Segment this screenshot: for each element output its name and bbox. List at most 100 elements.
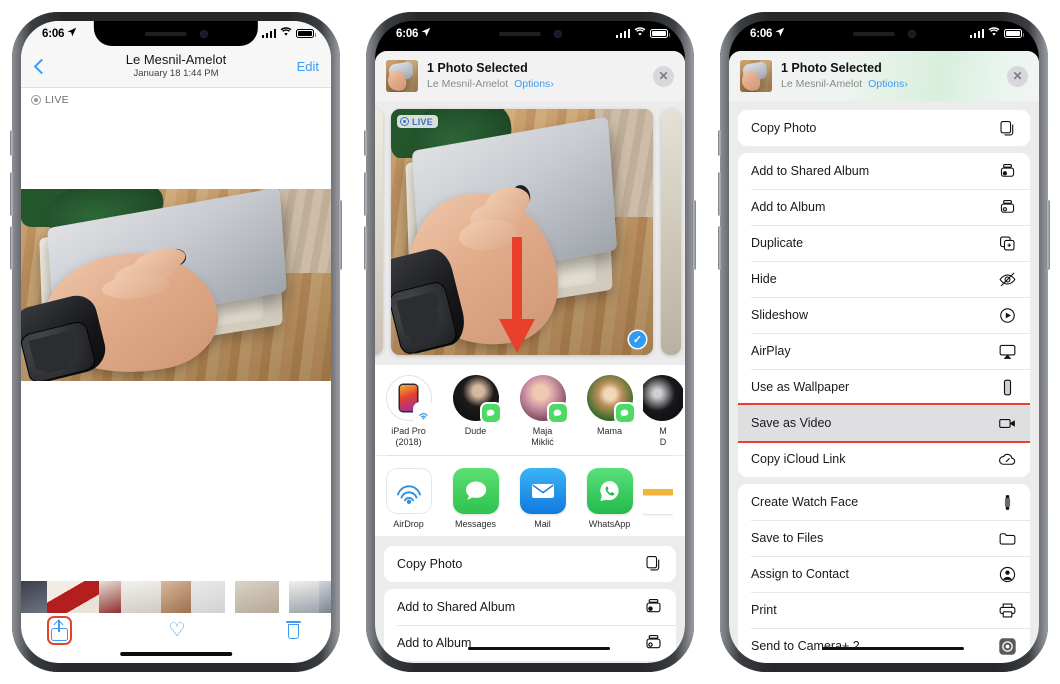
share-app-mail[interactable]: Mail: [509, 467, 576, 530]
preview-card-selected[interactable]: LIVE ✓: [391, 109, 653, 355]
phone-3-screen: 6:06 1 Photo Selected Le Mesnil-Amelot O…: [729, 21, 1039, 663]
thumbnail-item[interactable]: [47, 581, 99, 613]
copy-photo-icon: [644, 554, 663, 573]
menu-group-2: Add to Shared Album Add to Album Duplica…: [738, 153, 1030, 477]
menu-row-save-to-files[interactable]: Save to Files: [738, 520, 1030, 556]
mute-switch[interactable]: [10, 130, 14, 156]
home-indicator[interactable]: [120, 651, 232, 656]
share-app-messages[interactable]: Messages: [442, 467, 509, 530]
power-button[interactable]: [692, 200, 696, 270]
shared-album-icon: [644, 597, 663, 616]
share-contact-ipad[interactable]: iPad Pro (2018): [375, 375, 442, 449]
share-contact-maja[interactable]: Maja Miklić: [509, 375, 576, 449]
screenshot-canvas: 6:06 Le Mesnil-Amelot January 18 1:44 PM…: [0, 0, 1060, 684]
share-contact-mama[interactable]: Mama: [576, 375, 643, 449]
cellular-bars-icon: [261, 29, 276, 38]
action-row-copy-photo[interactable]: Copy Photo: [384, 546, 676, 582]
menu-row-assign-to-contact[interactable]: Assign to Contact: [738, 556, 1030, 592]
thumbnail-item[interactable]: [319, 581, 331, 613]
volume-up-button[interactable]: [718, 172, 722, 216]
home-indicator[interactable]: [822, 647, 964, 650]
thumbnail-item[interactable]: [99, 581, 121, 613]
selected-photo-thumbnail[interactable]: [386, 60, 418, 92]
options-button[interactable]: Options›: [868, 78, 908, 91]
share-app-label: [643, 519, 673, 530]
photo-viewer-image[interactable]: [21, 189, 331, 381]
selected-photo-thumbnail[interactable]: [740, 60, 772, 92]
icloud-link-icon: [998, 450, 1017, 469]
menu-row-add-album[interactable]: Add to Album: [738, 189, 1030, 225]
mute-switch[interactable]: [364, 130, 368, 156]
trash-icon[interactable]: [285, 621, 301, 639]
share-sheet: 1 Photo Selected Le Mesnil-Amelot Option…: [729, 51, 1039, 663]
close-icon[interactable]: ✕: [1007, 65, 1028, 87]
menu-row-duplicate[interactable]: Duplicate: [738, 225, 1030, 261]
share-contact-partial[interactable]: MD: [643, 375, 683, 449]
share-app-whatsapp[interactable]: WhatsApp: [576, 467, 643, 530]
thumbnail-item[interactable]: [191, 581, 225, 613]
volume-down-button[interactable]: [718, 226, 722, 270]
share-sheet-header: 1 Photo Selected Le Mesnil-Amelot Option…: [375, 51, 685, 101]
nav-title-block: Le Mesnil-Amelot January 18 1:44 PM: [21, 52, 331, 80]
photo-action-toolbar: ♡: [21, 613, 331, 647]
power-button[interactable]: [338, 200, 342, 270]
volume-down-button[interactable]: [364, 226, 368, 270]
live-photo-badge[interactable]: LIVE: [21, 88, 331, 106]
share-app-partial[interactable]: [643, 467, 673, 530]
cellular-bars-icon: [615, 29, 630, 38]
airdrop-badge-icon: [414, 404, 433, 422]
share-contact-label: MD: [659, 426, 667, 448]
close-icon[interactable]: ✕: [653, 65, 674, 87]
power-button[interactable]: [1046, 200, 1050, 270]
action-row-add-shared-album[interactable]: Add to Shared Album: [384, 589, 676, 625]
menu-group-3: Create Watch Face Save to Files Assign t…: [738, 484, 1030, 663]
wifi-icon: [988, 27, 1000, 40]
chevron-left-icon[interactable]: [33, 58, 50, 75]
menu-row-use-as-wallpaper[interactable]: Use as Wallpaper: [738, 369, 1030, 405]
mute-switch[interactable]: [718, 130, 722, 156]
menu-row-add-shared-album[interactable]: Add to Shared Album: [738, 153, 1030, 189]
menu-row-hide[interactable]: Hide: [738, 261, 1030, 297]
share-app-airdrop[interactable]: AirDrop: [375, 467, 442, 530]
share-contact-dude[interactable]: Dude: [442, 375, 509, 449]
volume-up-button[interactable]: [10, 172, 14, 216]
photo-preview-row: LIVE ✓: [375, 101, 685, 365]
share-contact-label: Dude: [464, 426, 487, 436]
preview-card-partial[interactable]: [375, 109, 383, 355]
selected-check-icon[interactable]: ✓: [629, 331, 646, 348]
volume-up-button[interactable]: [364, 172, 368, 216]
action-row-add-album[interactable]: Add to Album: [384, 624, 676, 661]
thumbnail-strip[interactable]: [21, 581, 331, 613]
thumbnail-item[interactable]: [161, 581, 191, 613]
mail-icon: [519, 467, 566, 514]
options-button[interactable]: Options›: [514, 78, 554, 91]
folder-icon: [998, 529, 1017, 548]
volume-down-button[interactable]: [10, 226, 14, 270]
menu-row-save-as-video[interactable]: Save as Video: [738, 403, 1030, 443]
menu-row-slideshow[interactable]: Slideshow: [738, 297, 1030, 333]
heart-icon[interactable]: ♡: [168, 621, 185, 640]
live-badge-label: LIVE: [45, 94, 69, 106]
thumbnail-item[interactable]: [121, 581, 161, 613]
share-sheet-title: 1 Photo Selected: [781, 61, 882, 76]
thumbnail-item[interactable]: [289, 581, 319, 613]
menu-row-copy-photo[interactable]: Copy Photo: [738, 110, 1030, 146]
duplicate-icon: [998, 234, 1017, 253]
menu-row-print[interactable]: Print: [738, 592, 1030, 628]
menu-row-copy-icloud-link[interactable]: Copy iCloud Link: [738, 441, 1030, 477]
phone-1-screen: 6:06 Le Mesnil-Amelot January 18 1:44 PM…: [21, 21, 331, 663]
menu-row-airplay[interactable]: AirPlay: [738, 333, 1030, 369]
home-indicator[interactable]: [468, 647, 610, 650]
menu-row-create-watch-face[interactable]: Create Watch Face: [738, 484, 1030, 520]
thumbnail-item[interactable]: [21, 581, 47, 613]
preview-card-partial[interactable]: [661, 109, 681, 355]
menu-row-send-to-camera-plus[interactable]: Send to Camera+ 2: [738, 628, 1030, 663]
live-photo-icon: [400, 117, 409, 126]
apps-row[interactable]: AirDrop Messages Mail WhatsApp: [375, 455, 685, 536]
thumbnail-item-current[interactable]: [235, 581, 279, 613]
share-icon[interactable]: [47, 615, 72, 645]
shared-album-icon: [998, 162, 1017, 181]
edit-button[interactable]: Edit: [297, 59, 319, 74]
location-arrow-icon: [421, 27, 431, 40]
contacts-row[interactable]: iPad Pro (2018) Dude Maja Miklić Mama M …: [375, 365, 685, 455]
